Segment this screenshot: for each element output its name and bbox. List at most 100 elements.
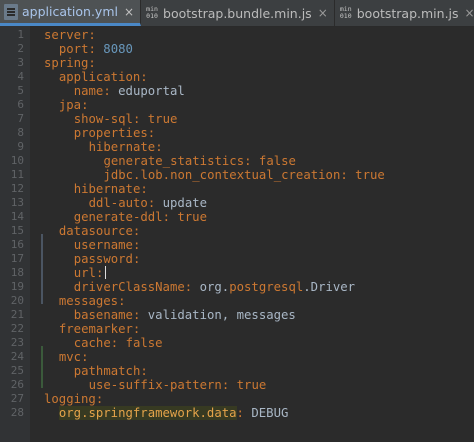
line-number: 11 bbox=[10, 168, 24, 181]
line-number: 1 bbox=[17, 28, 24, 41]
yaml-value: update bbox=[162, 196, 208, 210]
code-line: ddl-auto: update bbox=[88, 196, 208, 210]
code-line: use-suffix-pattern: true bbox=[88, 378, 267, 392]
yaml-key: application bbox=[58, 70, 141, 84]
yaml-key: username bbox=[73, 238, 133, 252]
line-number: 27 bbox=[10, 392, 24, 405]
code-line: pathmatch: bbox=[73, 364, 148, 378]
yml-file-icon bbox=[4, 3, 18, 20]
yaml-value: false bbox=[125, 336, 163, 350]
yaml-value: .Driver bbox=[303, 280, 356, 294]
yaml-key: url bbox=[73, 266, 96, 280]
yaml-key: name bbox=[73, 84, 104, 98]
code-line: spring: bbox=[44, 56, 96, 70]
yaml-key: logging bbox=[44, 392, 96, 406]
yaml-key: show-sql bbox=[73, 112, 133, 126]
yaml-key: datasource bbox=[58, 224, 133, 238]
code-line: server: bbox=[44, 28, 96, 42]
yaml-value: false bbox=[258, 154, 296, 168]
yaml-key: hibernate bbox=[73, 182, 141, 196]
text-cursor bbox=[105, 266, 107, 279]
line-number: 25 bbox=[10, 364, 24, 377]
code-line: username: bbox=[73, 238, 141, 252]
yaml-key: port bbox=[58, 42, 89, 56]
line-number: 13 bbox=[10, 196, 24, 209]
yaml-value: org. bbox=[199, 280, 230, 294]
code-line: hibernate: bbox=[88, 140, 163, 154]
yaml-key: jdbc.lob.non_contextual_creation bbox=[103, 168, 341, 182]
tab-application-yml[interactable]: application.yml × bbox=[0, 0, 142, 26]
yaml-value: true bbox=[236, 378, 267, 392]
line-number: 17 bbox=[10, 252, 24, 265]
tab-label: bootstrap.bundle.min.js bbox=[163, 5, 312, 21]
code-line: generate-ddl: true bbox=[73, 210, 207, 224]
tab-bootstrap-bundle-min-js[interactable]: min 010 bootstrap.bundle.min.js × bbox=[141, 0, 335, 26]
line-number: 21 bbox=[10, 308, 24, 321]
yaml-value: eduportal bbox=[118, 84, 185, 98]
line-number: 19 bbox=[10, 280, 24, 293]
yaml-value: true bbox=[147, 112, 178, 126]
yaml-key: properties bbox=[73, 126, 148, 140]
line-number: 12 bbox=[10, 182, 24, 195]
yaml-value: validation, messages bbox=[147, 308, 296, 322]
min-js-file-icon: min 010 bbox=[146, 5, 158, 20]
yaml-key: ddl-auto bbox=[88, 196, 148, 210]
code-line: mvc: bbox=[58, 350, 89, 364]
yaml-key: hibernate bbox=[88, 140, 156, 154]
code-line: freemarker: bbox=[58, 322, 141, 336]
line-number: 14 bbox=[10, 210, 24, 223]
yaml-key: driverClassName bbox=[73, 280, 185, 294]
code-line: jdbc.lob.non_contextual_creation: true bbox=[103, 168, 385, 182]
yaml-key: messages bbox=[58, 294, 119, 308]
line-number: 22 bbox=[10, 322, 24, 335]
line-number: 23 bbox=[10, 336, 24, 349]
line-number: 8 bbox=[17, 126, 24, 139]
yaml-key: generate_statistics bbox=[103, 154, 245, 168]
yaml-key: org.springframework.data bbox=[58, 406, 237, 420]
yaml-key: freemarker bbox=[58, 322, 133, 336]
line-number: 16 bbox=[10, 238, 24, 251]
code-line: jpa: bbox=[58, 98, 89, 112]
yaml-value: true bbox=[355, 168, 385, 182]
line-number: 4 bbox=[17, 70, 24, 83]
yaml-key: spring bbox=[44, 56, 89, 70]
line-number-gutter: 1 2 3 4 5 6 7 8 9 10 11 12 13 14 15 16 17 18 19 20 21 22 23 24 2… bbox=[0, 26, 30, 442]
code-line: password: bbox=[73, 252, 141, 266]
min-js-file-icon: min 010 bbox=[339, 5, 352, 20]
yaml-value: postgresql bbox=[229, 280, 304, 294]
code-line: application: bbox=[58, 70, 148, 84]
yaml-value: true bbox=[177, 210, 207, 224]
yaml-key: jpa bbox=[58, 98, 82, 112]
change-marker bbox=[41, 234, 43, 304]
code-line: datasource: bbox=[58, 224, 141, 238]
code-line: name: eduportal bbox=[73, 84, 185, 98]
close-icon[interactable]: × bbox=[465, 6, 474, 20]
code-line: cache: false bbox=[73, 336, 163, 350]
yaml-key: server bbox=[44, 28, 89, 42]
line-number: 5 bbox=[17, 84, 24, 97]
tab-label: application.yml bbox=[22, 4, 118, 19]
code-line: hibernate: bbox=[73, 182, 148, 196]
close-icon[interactable]: × bbox=[318, 6, 328, 20]
line-number: 24 bbox=[10, 350, 24, 363]
line-number: 7 bbox=[17, 112, 24, 125]
close-icon[interactable]: × bbox=[124, 5, 134, 19]
line-number: 10 bbox=[10, 154, 24, 167]
yaml-key: cache bbox=[73, 336, 111, 350]
code-line: logging: bbox=[44, 392, 104, 406]
change-marker bbox=[41, 346, 43, 388]
tab-bootstrap-min-js[interactable]: min 010 bootstrap.min.js × bbox=[335, 0, 474, 26]
yaml-key: mvc bbox=[58, 350, 82, 364]
line-number: 3 bbox=[17, 56, 24, 69]
editor-tab-bar: application.yml × min 010 bootstrap.bundl… bbox=[0, 0, 474, 27]
yaml-value: DEBUG bbox=[251, 406, 289, 420]
yaml-value: 8080 bbox=[103, 42, 133, 56]
line-number: 28 bbox=[10, 406, 24, 419]
line-number: 2 bbox=[17, 42, 24, 55]
yaml-key: pathmatch bbox=[73, 364, 141, 378]
code-editor[interactable]: server: port: 8080 spring: application: name… bbox=[44, 26, 474, 442]
yaml-key: use-suffix-pattern bbox=[88, 378, 222, 392]
yaml-key: generate-ddl bbox=[73, 210, 163, 224]
code-line: org.springframework.data: DEBUG bbox=[58, 406, 289, 420]
line-number: 18 bbox=[10, 266, 24, 279]
